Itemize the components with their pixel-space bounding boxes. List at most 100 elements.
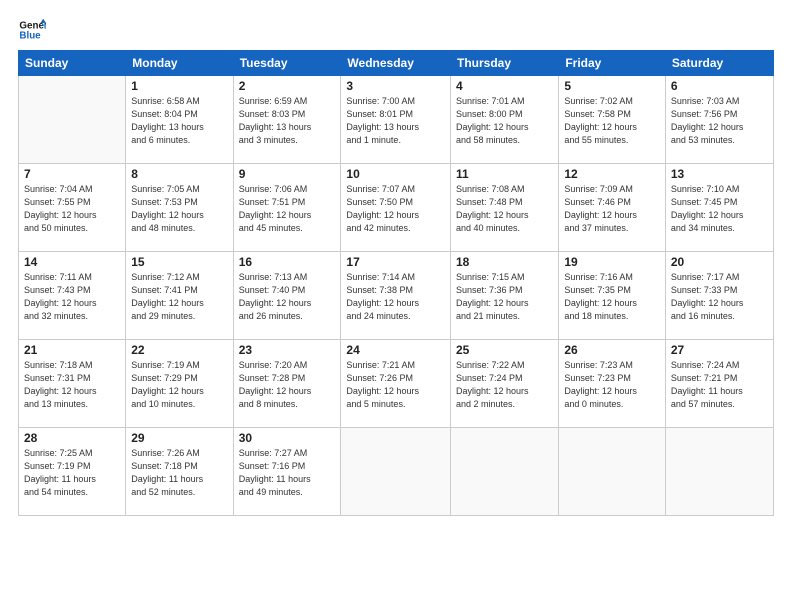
day-info: Sunrise: 7:12 AM Sunset: 7:41 PM Dayligh… (131, 271, 227, 323)
day-cell: 11 Sunrise: 7:08 AM Sunset: 7:48 PM Dayli… (451, 164, 559, 252)
day-number: 30 (239, 431, 336, 445)
day-info: Sunrise: 7:22 AM Sunset: 7:24 PM Dayligh… (456, 359, 553, 411)
day-cell: 24Sunrise: 7:21 AM Sunset: 7:26 PM Dayli… (341, 340, 451, 428)
day-cell: 6 Sunrise: 7:03 AM Sunset: 7:56 PM Daylig… (665, 76, 773, 164)
day-info: Sunrise: 7:21 AM Sunset: 7:26 PM Dayligh… (346, 359, 445, 411)
day-cell: 18 Sunrise: 7:15 AM Sunset: 7:36 PM Dayli… (451, 252, 559, 340)
day-number: 16 (239, 255, 336, 269)
logo: General Blue (18, 16, 50, 44)
day-number: 9 (239, 167, 336, 181)
day-info: Sunrise: 7:24 AM Sunset: 7:21 PM Dayligh… (671, 359, 768, 411)
day-info: Sunrise: 7:04 AM Sunset: 7:55 PM Dayligh… (24, 183, 120, 235)
day-cell: 5 Sunrise: 7:02 AM Sunset: 7:58 PM Daylig… (559, 76, 666, 164)
day-number: 19 (564, 255, 660, 269)
day-cell: 7 Sunrise: 7:04 AM Sunset: 7:55 PM Daylig… (19, 164, 126, 252)
day-number: 14 (24, 255, 120, 269)
day-cell: 12Sunrise: 7:09 AM Sunset: 7:46 PM Dayli… (559, 164, 666, 252)
day-info: Sunrise: 7:00 AM Sunset: 8:01 PM Dayligh… (346, 95, 445, 147)
day-number: 8 (131, 167, 227, 181)
day-cell: 16 Sunrise: 7:13 AM Sunset: 7:40 PM Dayli… (233, 252, 341, 340)
day-cell: 3 Sunrise: 7:00 AM Sunset: 8:01 PM Daylig… (341, 76, 451, 164)
day-cell: 30 Sunrise: 7:27 AM Sunset: 7:16 PM Dayli… (233, 428, 341, 516)
day-number: 13 (671, 167, 768, 181)
day-info: Sunrise: 7:19 AM Sunset: 7:29 PM Dayligh… (131, 359, 227, 411)
day-cell: 9Sunrise: 7:06 AM Sunset: 7:51 PM Daylig… (233, 164, 341, 252)
week-row-2: 7 Sunrise: 7:04 AM Sunset: 7:55 PM Daylig… (19, 164, 774, 252)
day-cell: 10 Sunrise: 7:07 AM Sunset: 7:50 PM Dayli… (341, 164, 451, 252)
day-number: 3 (346, 79, 445, 93)
day-cell: 27 Sunrise: 7:24 AM Sunset: 7:21 PM Dayli… (665, 340, 773, 428)
day-number: 20 (671, 255, 768, 269)
day-info: Sunrise: 7:02 AM Sunset: 7:58 PM Dayligh… (564, 95, 660, 147)
day-number: 27 (671, 343, 768, 357)
day-info: Sunrise: 7:05 AM Sunset: 7:53 PM Dayligh… (131, 183, 227, 235)
week-row-1: 1 Sunrise: 6:58 AM Sunset: 8:04 PM Daylig… (19, 76, 774, 164)
day-number: 21 (24, 343, 120, 357)
day-cell: 26Sunrise: 7:23 AM Sunset: 7:23 PM Dayli… (559, 340, 666, 428)
day-number: 5 (564, 79, 660, 93)
day-info: Sunrise: 6:58 AM Sunset: 8:04 PM Dayligh… (131, 95, 227, 147)
weekday-header-row: SundayMondayTuesdayWednesdayThursdayFrid… (19, 51, 774, 76)
day-cell: 15 Sunrise: 7:12 AM Sunset: 7:41 PM Dayli… (126, 252, 233, 340)
weekday-monday: Monday (126, 51, 233, 76)
weekday-saturday: Saturday (665, 51, 773, 76)
day-number: 7 (24, 167, 120, 181)
calendar: SundayMondayTuesdayWednesdayThursdayFrid… (18, 50, 774, 516)
day-cell: 19 Sunrise: 7:16 AM Sunset: 7:35 PM Dayli… (559, 252, 666, 340)
day-cell: 23Sunrise: 7:20 AM Sunset: 7:28 PM Dayli… (233, 340, 341, 428)
svg-text:Blue: Blue (19, 30, 41, 41)
day-cell (559, 428, 666, 516)
day-cell (451, 428, 559, 516)
day-cell (665, 428, 773, 516)
day-number: 17 (346, 255, 445, 269)
day-number: 25 (456, 343, 553, 357)
day-info: Sunrise: 7:18 AM Sunset: 7:31 PM Dayligh… (24, 359, 120, 411)
day-number: 2 (239, 79, 336, 93)
day-cell: 13 Sunrise: 7:10 AM Sunset: 7:45 PM Dayli… (665, 164, 773, 252)
day-number: 11 (456, 167, 553, 181)
day-number: 6 (671, 79, 768, 93)
day-cell: 21 Sunrise: 7:18 AM Sunset: 7:31 PM Dayli… (19, 340, 126, 428)
day-number: 15 (131, 255, 227, 269)
day-number: 22 (131, 343, 227, 357)
day-info: Sunrise: 7:10 AM Sunset: 7:45 PM Dayligh… (671, 183, 768, 235)
day-number: 1 (131, 79, 227, 93)
day-cell: 20 Sunrise: 7:17 AM Sunset: 7:33 PM Dayli… (665, 252, 773, 340)
day-info: Sunrise: 7:07 AM Sunset: 7:50 PM Dayligh… (346, 183, 445, 235)
day-cell: 14 Sunrise: 7:11 AM Sunset: 7:43 PM Dayli… (19, 252, 126, 340)
logo-icon: General Blue (18, 16, 46, 44)
day-info: Sunrise: 7:03 AM Sunset: 7:56 PM Dayligh… (671, 95, 768, 147)
day-info: Sunrise: 7:13 AM Sunset: 7:40 PM Dayligh… (239, 271, 336, 323)
day-info: Sunrise: 7:14 AM Sunset: 7:38 PM Dayligh… (346, 271, 445, 323)
week-row-5: 28 Sunrise: 7:25 AM Sunset: 7:19 PM Dayli… (19, 428, 774, 516)
header: General Blue (18, 16, 774, 44)
day-info: Sunrise: 7:27 AM Sunset: 7:16 PM Dayligh… (239, 447, 336, 499)
day-cell: 29 Sunrise: 7:26 AM Sunset: 7:18 PM Dayli… (126, 428, 233, 516)
day-cell: 8 Sunrise: 7:05 AM Sunset: 7:53 PM Daylig… (126, 164, 233, 252)
day-info: Sunrise: 7:25 AM Sunset: 7:19 PM Dayligh… (24, 447, 120, 499)
day-info: Sunrise: 7:20 AM Sunset: 7:28 PM Dayligh… (239, 359, 336, 411)
day-info: Sunrise: 7:08 AM Sunset: 7:48 PM Dayligh… (456, 183, 553, 235)
day-number: 10 (346, 167, 445, 181)
day-info: Sunrise: 7:11 AM Sunset: 7:43 PM Dayligh… (24, 271, 120, 323)
week-row-3: 14 Sunrise: 7:11 AM Sunset: 7:43 PM Dayli… (19, 252, 774, 340)
day-number: 28 (24, 431, 120, 445)
day-info: Sunrise: 7:01 AM Sunset: 8:00 PM Dayligh… (456, 95, 553, 147)
day-cell: 4 Sunrise: 7:01 AM Sunset: 8:00 PM Daylig… (451, 76, 559, 164)
day-info: Sunrise: 7:16 AM Sunset: 7:35 PM Dayligh… (564, 271, 660, 323)
day-cell: 17 Sunrise: 7:14 AM Sunset: 7:38 PM Dayli… (341, 252, 451, 340)
day-info: Sunrise: 7:17 AM Sunset: 7:33 PM Dayligh… (671, 271, 768, 323)
day-info: Sunrise: 7:26 AM Sunset: 7:18 PM Dayligh… (131, 447, 227, 499)
day-number: 4 (456, 79, 553, 93)
day-number: 29 (131, 431, 227, 445)
weekday-sunday: Sunday (19, 51, 126, 76)
day-info: Sunrise: 7:09 AM Sunset: 7:46 PM Dayligh… (564, 183, 660, 235)
day-info: Sunrise: 7:23 AM Sunset: 7:23 PM Dayligh… (564, 359, 660, 411)
day-info: Sunrise: 6:59 AM Sunset: 8:03 PM Dayligh… (239, 95, 336, 147)
weekday-thursday: Thursday (451, 51, 559, 76)
day-cell (341, 428, 451, 516)
week-row-4: 21 Sunrise: 7:18 AM Sunset: 7:31 PM Dayli… (19, 340, 774, 428)
day-number: 18 (456, 255, 553, 269)
weekday-wednesday: Wednesday (341, 51, 451, 76)
day-info: Sunrise: 7:15 AM Sunset: 7:36 PM Dayligh… (456, 271, 553, 323)
